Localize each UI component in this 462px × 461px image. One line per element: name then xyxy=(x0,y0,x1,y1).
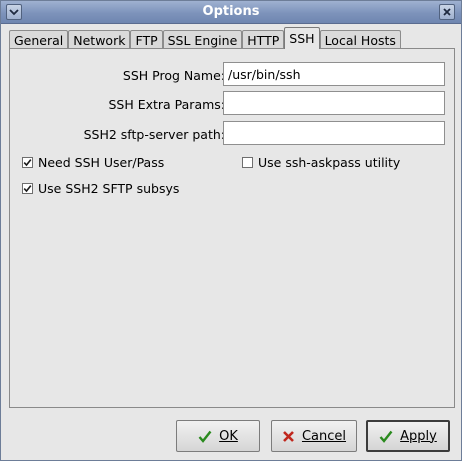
tab-bar: General Network FTP SSL Engine HTTP SSH … xyxy=(9,27,401,49)
tab-local-hosts[interactable]: Local Hosts xyxy=(319,30,401,49)
checkbox-box[interactable] xyxy=(22,157,33,168)
tab-general[interactable]: General xyxy=(9,30,69,49)
checkmark-icon xyxy=(23,159,32,167)
ssh-extra-params-label: SSH Extra Params: xyxy=(108,97,225,112)
tab-ssl-engine[interactable]: SSL Engine xyxy=(162,30,243,49)
cancel-button-label: Cancel xyxy=(301,428,347,444)
need-ssh-user-pass-label: Need SSH User/Pass xyxy=(38,155,165,170)
cross-icon xyxy=(282,430,295,443)
use-ssh-askpass-checkbox[interactable]: Use ssh-askpass utility xyxy=(242,155,400,170)
sftp-server-path-field[interactable] xyxy=(223,121,445,145)
window-title: Options xyxy=(202,4,260,19)
checkmark-icon xyxy=(23,185,32,193)
ssh-extra-params-field[interactable] xyxy=(223,91,445,115)
use-sftp-subsys-label: Use SSH2 SFTP subsys xyxy=(38,181,180,196)
cancel-button[interactable]: Cancel xyxy=(271,420,357,452)
title-bar: Options xyxy=(1,1,461,24)
ssh-prog-name-field[interactable] xyxy=(223,62,445,86)
ok-button[interactable]: OK xyxy=(176,420,260,452)
apply-button-label: Apply xyxy=(400,428,437,444)
checkbox-box[interactable] xyxy=(22,183,33,194)
tab-ftp[interactable]: FTP xyxy=(130,30,163,49)
close-icon xyxy=(443,8,451,16)
sftp-server-path-label: SSH2 sftp-server path: xyxy=(83,127,225,142)
ok-button-label: OK xyxy=(219,428,238,444)
tab-network[interactable]: Network xyxy=(68,30,131,49)
check-icon xyxy=(198,430,212,443)
use-ssh-askpass-label: Use ssh-askpass utility xyxy=(258,155,401,170)
use-sftp-subsys-checkbox[interactable]: Use SSH2 SFTP subsys xyxy=(22,181,179,196)
checkbox-box[interactable] xyxy=(242,157,253,168)
ssh-prog-name-label: SSH Prog Name: xyxy=(122,68,225,83)
window-close-button[interactable] xyxy=(439,4,455,20)
ssh-panel: SSH Prog Name: SSH Extra Params: SSH2 sf… xyxy=(9,48,455,408)
tab-http[interactable]: HTTP xyxy=(242,30,285,49)
need-ssh-user-pass-checkbox[interactable]: Need SSH User/Pass xyxy=(22,155,164,170)
apply-button[interactable]: Apply xyxy=(366,420,450,452)
check-icon xyxy=(379,430,393,443)
tab-ssh[interactable]: SSH xyxy=(284,27,320,49)
options-window: Options General Network FTP SSL Engine H… xyxy=(0,0,462,461)
